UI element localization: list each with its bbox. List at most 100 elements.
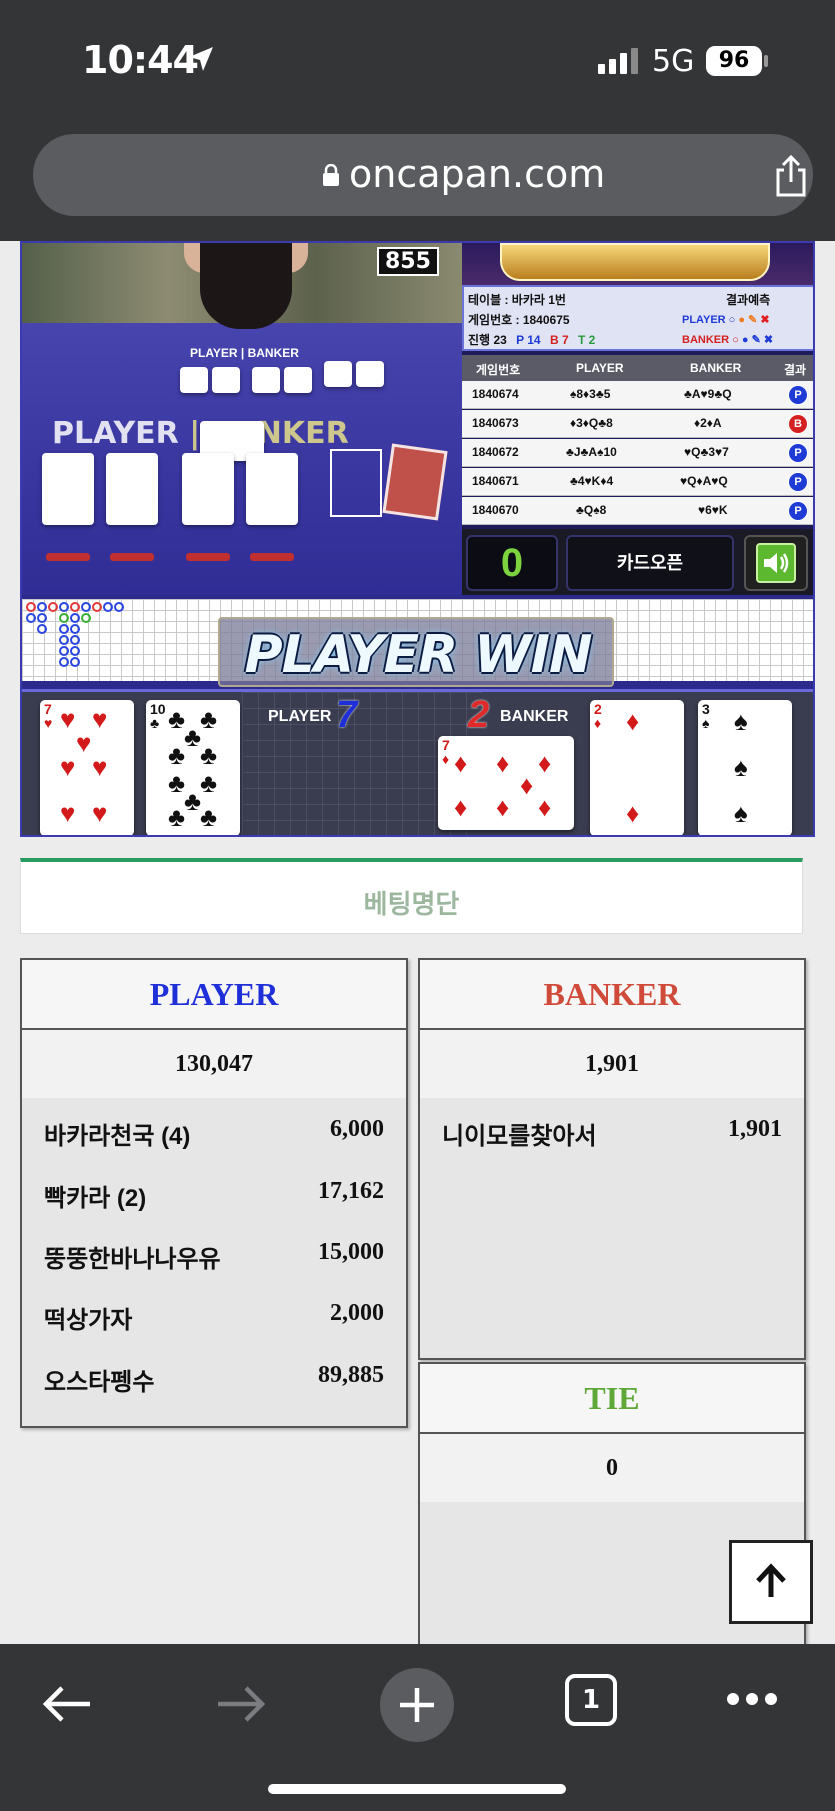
- road-marker: [70, 646, 80, 656]
- betting-list-title: 베팅명단: [363, 889, 460, 919]
- predict-banker-label: BANKER: [682, 334, 730, 346]
- history-banker: ♦2♦A: [694, 416, 722, 430]
- table-card: [180, 367, 208, 393]
- result-badge: P: [788, 472, 808, 492]
- player-score: 7: [336, 694, 358, 736]
- banker-card-2: 2 ♦ ♦ ♦: [590, 700, 684, 835]
- plus-icon: [400, 1688, 434, 1722]
- new-tab-button[interactable]: [380, 1668, 454, 1742]
- felt-divider: |: [189, 416, 201, 451]
- address-bar[interactable]: oncapan.com: [33, 134, 813, 216]
- signal-icon: [598, 48, 638, 74]
- table-card: [252, 367, 280, 393]
- progress-line: 진행 23 P 14 B 7 T 2: [468, 331, 595, 348]
- home-indicator: [268, 1784, 566, 1794]
- bet-amount: 1,901: [728, 1116, 782, 1142]
- browser-top-bar: 10:44 5G 96 oncapan.com: [0, 0, 835, 241]
- table-mini-label: PLAYER | BANKER: [190, 346, 299, 360]
- speaker-icon: [764, 553, 789, 573]
- sound-button-face: [756, 543, 796, 583]
- card-corner: 2 ♦: [594, 701, 602, 731]
- table-card: [212, 367, 240, 393]
- banker-card-3: 3 ♠ ♠ ♠ ♠: [698, 700, 792, 835]
- sound-button[interactable]: [744, 535, 808, 591]
- video-counter: 855: [377, 247, 439, 276]
- pencil-icon: ✎: [751, 334, 761, 346]
- countdown-display: 0: [466, 535, 558, 591]
- browser-bottom-bar: 1: [0, 1644, 835, 1811]
- history-player: ♣4♥K♦4: [570, 474, 614, 488]
- empty-card-slot: [330, 449, 382, 517]
- win-banner: PLAYER WIN: [218, 617, 614, 687]
- betting-list-header: 베팅명단: [20, 858, 803, 934]
- tabs-button[interactable]: 1: [565, 1674, 617, 1726]
- road-marker: [70, 635, 80, 645]
- road-marker: [70, 624, 80, 634]
- game-panel: 855 PLAYER | BANKER PLAYER | BANKER 테이블 …: [20, 241, 815, 837]
- history-row: 1840673 ♦3♦Q♣8 ♦2♦A B: [462, 410, 813, 438]
- road-marker: [26, 613, 36, 623]
- road-marker: [48, 602, 58, 612]
- win-text: PLAYER WIN: [244, 625, 592, 685]
- banker-score-label: BANKER: [500, 708, 569, 725]
- network-type: 5G: [652, 44, 695, 79]
- bet-row: 떡상가자 2,000: [22, 1294, 406, 1334]
- table-name: 테이블 : 바카라 1번: [468, 293, 566, 307]
- card-pedestal: [186, 553, 230, 561]
- history-player: ♠8♦3♣5: [570, 387, 611, 401]
- road-marker: [37, 624, 47, 634]
- banker-bets-column: BANKER 1,901 니이모를찾아서 1,901: [418, 958, 806, 1360]
- history-banker: ♥6♥K: [698, 503, 728, 517]
- result-badge: P: [788, 385, 808, 405]
- road-marker: [37, 613, 47, 623]
- road-marker: [92, 602, 102, 612]
- forward-arrow-icon[interactable]: [216, 1684, 268, 1724]
- battery-indicator: 96: [706, 46, 762, 76]
- pencil-icon: ✎: [748, 314, 758, 326]
- road-marker: [81, 602, 91, 612]
- dealer-outfit: [200, 243, 292, 329]
- bettor-name: 오스타펭수: [44, 1369, 155, 1396]
- bettor-name: 뚱뚱한바나나우유: [44, 1246, 221, 1273]
- battery-tip: [764, 55, 768, 67]
- arrow-up-icon: [756, 1563, 786, 1597]
- history-player: ♣J♣A♠10: [566, 445, 617, 459]
- progress-label: 진행: [468, 333, 491, 347]
- predict-label: 결과예측: [726, 293, 771, 307]
- table-info-box: 테이블 : 바카라 1번 게임번호 : 1840675 진행 23 P 14 B…: [462, 285, 813, 351]
- history-header: 게임번호 PLAYER BANKER 결과: [462, 355, 813, 381]
- road-marker: [70, 602, 80, 612]
- banker-count: B 7: [549, 333, 569, 347]
- road-marker: [59, 657, 69, 667]
- scroll-top-button[interactable]: [729, 1540, 813, 1624]
- circle-icon: ○: [728, 314, 736, 326]
- history-id: 1840672: [472, 445, 519, 459]
- more-icon[interactable]: [726, 1692, 778, 1706]
- card-open-button[interactable]: 카드오픈: [566, 535, 734, 591]
- tie-column-title: TIE: [420, 1364, 804, 1434]
- history-row: 1840671 ♣4♥K♦4 ♥Q♦A♥Q P: [462, 468, 813, 496]
- live-video: 855 PLAYER | BANKER PLAYER | BANKER: [22, 243, 462, 595]
- history-row: 1840672 ♣J♣A♠10 ♥Q♣3♥7 P: [462, 439, 813, 467]
- share-icon[interactable]: [773, 154, 809, 198]
- road-marker: [59, 646, 69, 656]
- dot-icon: ●: [741, 334, 749, 346]
- history-col-id: 게임번호: [476, 363, 521, 377]
- bet-amount: 15,000: [318, 1239, 384, 1265]
- history-banker: ♣A♥9♣Q: [684, 387, 732, 401]
- predict-banker-row[interactable]: BANKER ○ ● ✎ ✖: [682, 333, 773, 346]
- history-banker: ♥Q♦A♥Q: [680, 474, 728, 488]
- lock-icon: [323, 164, 339, 186]
- road-marker: [37, 602, 47, 612]
- player-total: 130,047: [22, 1030, 406, 1098]
- road-marker: [26, 602, 36, 612]
- predict-player-row[interactable]: PLAYER ○ ● ✎ ✖: [682, 313, 770, 326]
- history-id: 1840671: [472, 474, 519, 488]
- table-card: [246, 453, 298, 525]
- back-arrow-icon[interactable]: [40, 1684, 92, 1724]
- bet-row: 니이모를찾아서 1,901: [420, 1110, 804, 1150]
- history-col-banker: BANKER: [690, 361, 742, 375]
- bettor-name: 빡카라 (2): [44, 1185, 147, 1212]
- bet-amount: 2,000: [330, 1300, 384, 1326]
- road-marker: [59, 624, 69, 634]
